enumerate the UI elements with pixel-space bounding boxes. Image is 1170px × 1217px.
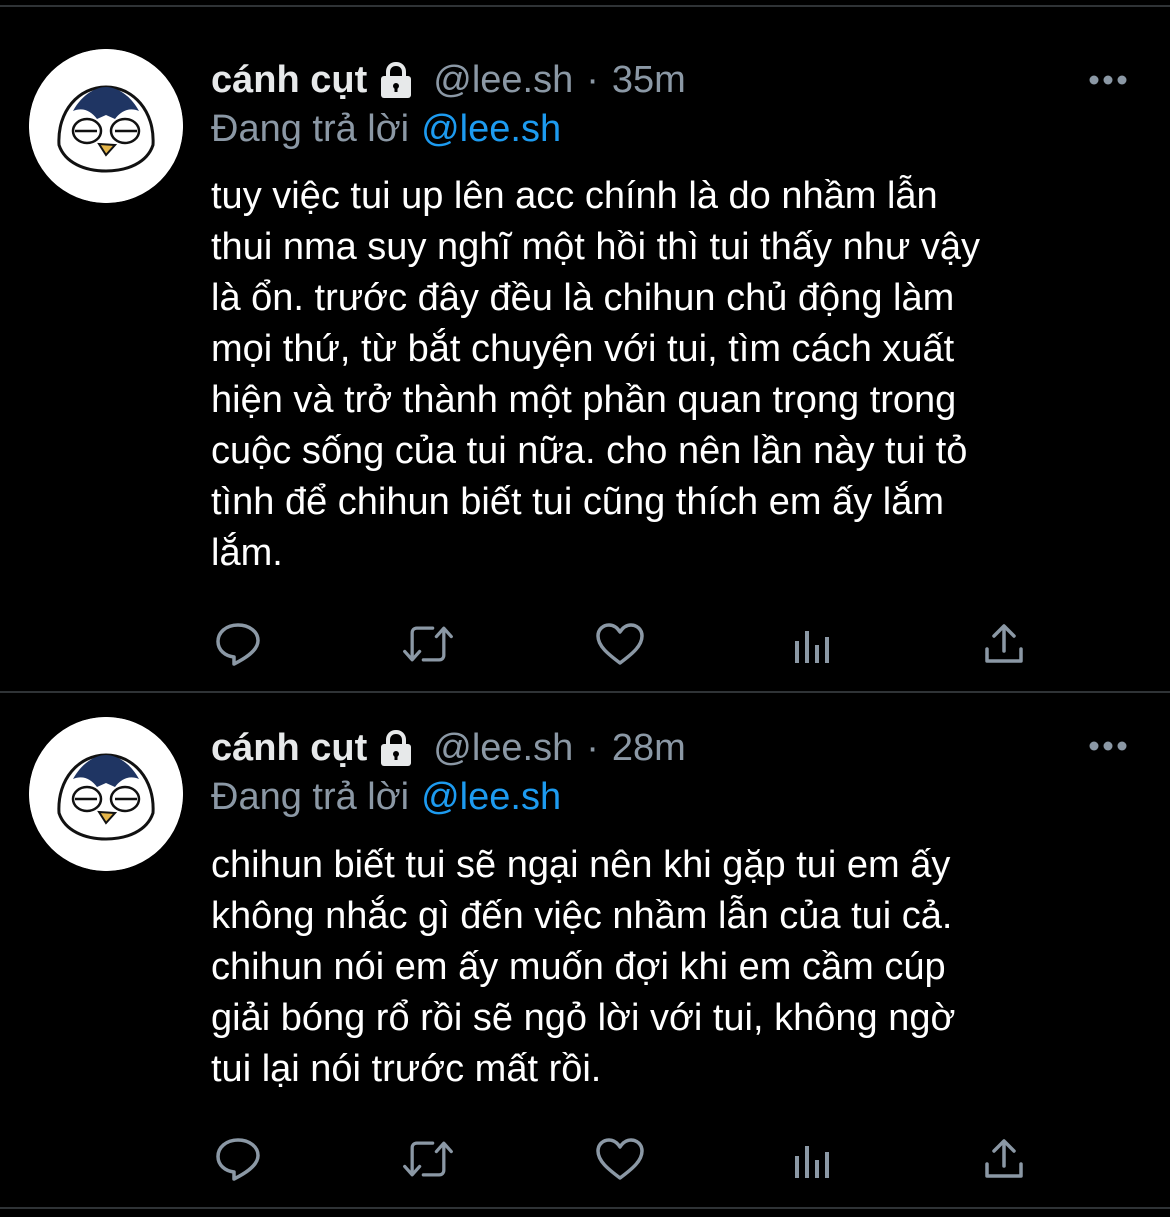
user-handle[interactable]: @lee.sh: [433, 59, 573, 102]
analytics-button[interactable]: [786, 619, 840, 669]
tweet-text: tuy việc tui up lên acc chính là do nhầm…: [211, 175, 980, 574]
analytics-icon: [795, 1146, 829, 1178]
retweet-icon: [403, 626, 453, 662]
like-icon: [596, 623, 644, 665]
analytics-icon: [795, 631, 829, 663]
tweet-header: cánh cụt @lee.sh · 35m: [211, 55, 1050, 105]
tweet[interactable]: cánh cụt @lee.sh · 35m Đang trả lời @lee…: [0, 9, 1170, 691]
like-button[interactable]: [593, 1134, 647, 1184]
top-divider: [0, 0, 1170, 7]
reply-icon: [216, 1138, 260, 1181]
display-name[interactable]: cánh cụt: [211, 59, 367, 102]
retweet-button[interactable]: [401, 619, 455, 669]
share-button[interactable]: [977, 1134, 1031, 1184]
timestamp[interactable]: 35m: [612, 59, 686, 102]
separator: ·: [586, 726, 599, 769]
reply-mention-link[interactable]: @lee.sh: [421, 776, 561, 819]
like-button[interactable]: [593, 619, 647, 669]
tweet-actions: [211, 619, 1051, 669]
more-options-icon[interactable]: [1088, 739, 1128, 753]
reply-prefix: Đang trả lời: [211, 107, 410, 150]
analytics-button[interactable]: [786, 1134, 840, 1184]
share-icon: [985, 624, 1023, 663]
reply-mention-link[interactable]: @lee.sh: [421, 108, 561, 151]
reply-context: Đang trả lời @lee.sh: [211, 772, 561, 822]
user-handle[interactable]: @lee.sh: [433, 727, 573, 770]
tweet[interactable]: cánh cụt @lee.sh · 28m Đang trả lời @lee…: [0, 693, 1170, 1207]
tweet-text: chihun biết tui sẽ ngại nên khi gặp tui …: [211, 844, 956, 1090]
avatar[interactable]: [29, 717, 183, 871]
more-options-icon[interactable]: [1088, 73, 1128, 87]
penguin-avatar-icon: [29, 49, 183, 203]
display-name[interactable]: cánh cụt: [211, 727, 367, 770]
penguin-avatar-icon: [29, 717, 183, 871]
reply-prefix: Đang trả lời: [211, 775, 410, 818]
reply-icon: [216, 623, 260, 666]
retweet-icon: [403, 1141, 453, 1177]
reply-context: Đang trả lời @lee.sh: [211, 104, 561, 154]
lock-icon: [377, 728, 415, 768]
share-icon: [985, 1139, 1023, 1178]
avatar[interactable]: [29, 49, 183, 203]
retweet-button[interactable]: [401, 1134, 455, 1184]
tweet-divider: [0, 1207, 1170, 1209]
separator: ·: [586, 58, 599, 101]
like-icon: [596, 1138, 644, 1180]
tweet-header: cánh cụt @lee.sh · 28m: [211, 723, 1050, 773]
share-button[interactable]: [977, 619, 1031, 669]
tweet-actions: [211, 1134, 1051, 1184]
reply-button[interactable]: [211, 1134, 265, 1184]
timestamp[interactable]: 28m: [612, 727, 686, 770]
reply-button[interactable]: [211, 619, 265, 669]
lock-icon: [377, 60, 415, 100]
